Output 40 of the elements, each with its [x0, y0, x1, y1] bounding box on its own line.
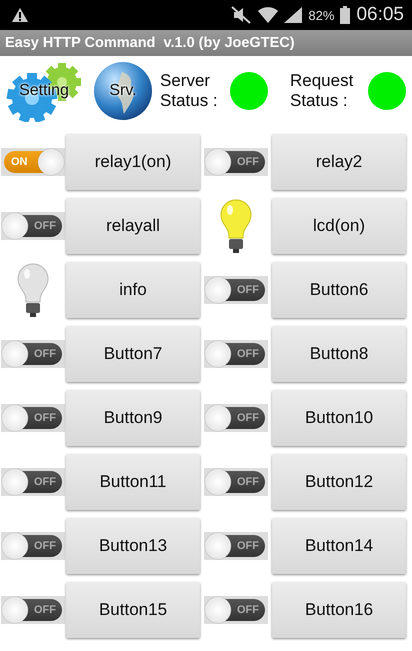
toggle-switch[interactable]: OFF: [1, 212, 65, 240]
toggle-switch[interactable]: OFF: [204, 596, 268, 624]
toggle-switch[interactable]: OFF: [1, 468, 65, 496]
warning-icon: [12, 8, 28, 22]
command-button[interactable]: Button15: [66, 582, 200, 638]
server-status-label: Server Status :: [160, 71, 219, 111]
command-button[interactable]: Button7: [66, 326, 200, 382]
command-button[interactable]: Button10: [272, 390, 406, 446]
mute-icon: [230, 6, 252, 24]
command-button[interactable]: Button14: [272, 518, 406, 574]
battery-icon: [340, 6, 350, 24]
command-button[interactable]: Button13: [66, 518, 200, 574]
toggle-switch[interactable]: OFF: [204, 148, 268, 176]
command-button[interactable]: Button8: [272, 326, 406, 382]
command-button[interactable]: relay1(on): [66, 134, 200, 190]
command-button[interactable]: relay2: [272, 134, 406, 190]
command-button[interactable]: Button12: [272, 454, 406, 510]
command-button[interactable]: Button6: [272, 262, 406, 318]
toggle-switch[interactable]: OFF: [204, 340, 268, 368]
toggle-switch[interactable]: OFF: [1, 340, 65, 368]
toggle-switch[interactable]: OFF: [204, 404, 268, 432]
toggle-switch[interactable]: OFF: [204, 276, 268, 304]
signal-icon: [284, 7, 302, 23]
command-button[interactable]: Button16: [272, 582, 406, 638]
command-button[interactable]: lcd(on): [272, 198, 406, 254]
toggle-switch[interactable]: OFF: [1, 404, 65, 432]
command-button[interactable]: info: [66, 262, 200, 318]
request-status-label: Request Status :: [290, 71, 354, 111]
app-title: Easy HTTP Command v.1.0 (by JoeGTEC): [5, 35, 295, 51]
toggle-switch[interactable]: OFF: [204, 532, 268, 560]
wifi-icon: [258, 6, 278, 24]
command-button[interactable]: Button9: [66, 390, 200, 446]
toggle-switch[interactable]: OFF: [1, 532, 65, 560]
toggle-switch[interactable]: OFF: [1, 596, 65, 624]
command-button[interactable]: Button11: [66, 454, 200, 510]
globe-icon: [92, 60, 154, 122]
toggle-switch[interactable]: OFF: [204, 468, 268, 496]
battery-level: 82%: [308, 8, 334, 22]
clock: 06:05: [356, 4, 404, 26]
command-button[interactable]: relayall: [66, 198, 200, 254]
